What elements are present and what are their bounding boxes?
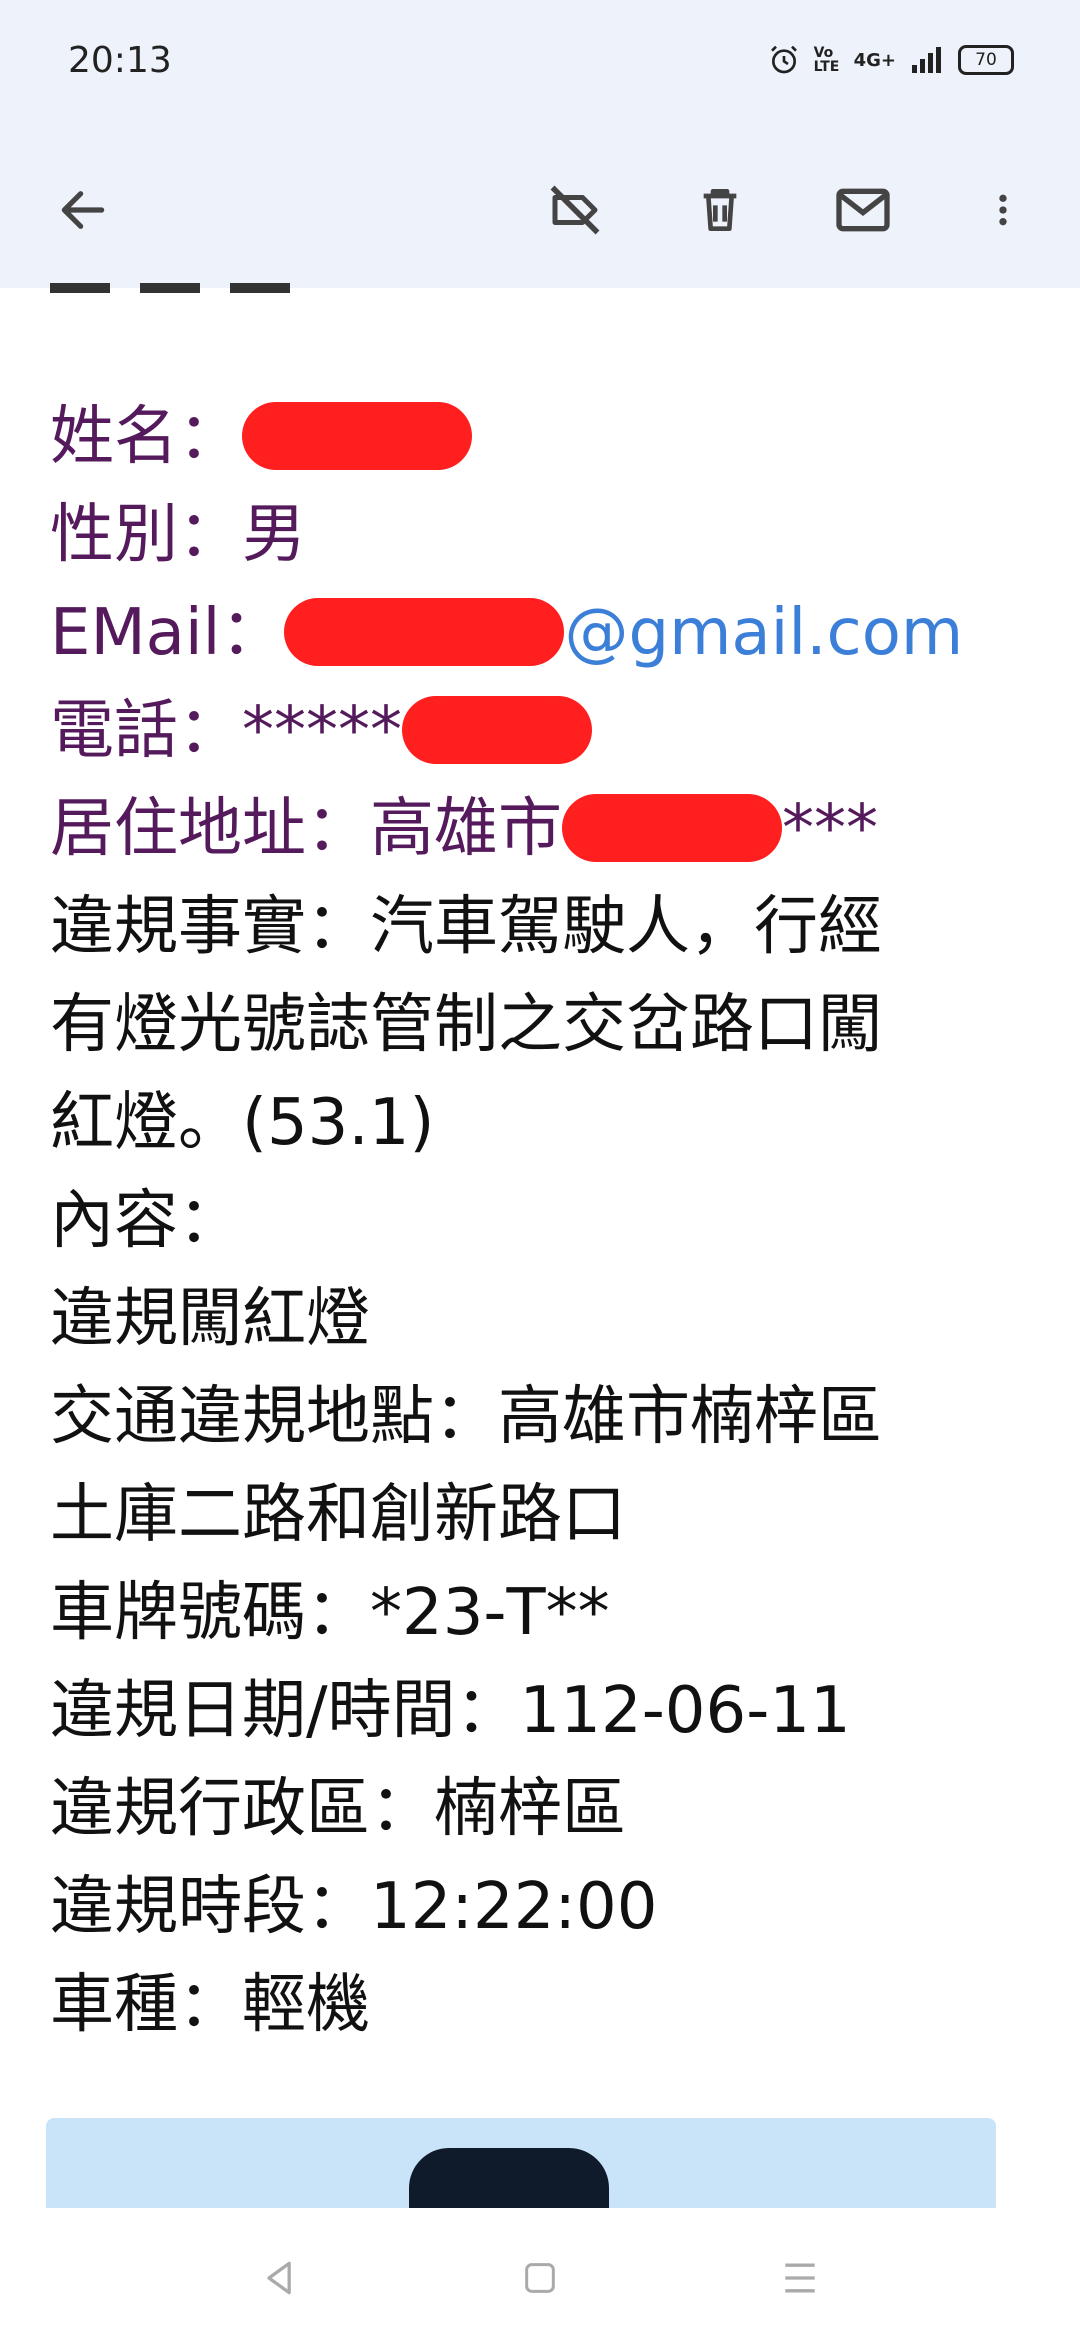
phone-row: 電話：***** xyxy=(50,682,1040,780)
violation-fact-line3: 紅燈。(53.1) xyxy=(50,1086,435,1160)
nav-back-icon xyxy=(267,2261,291,2295)
address-tail: *** xyxy=(782,792,878,866)
vehicle-type-row: 車種：輕機 xyxy=(50,1968,370,2042)
nav-menu-icon xyxy=(785,2263,815,2293)
address-label: 居住地址： xyxy=(50,792,370,866)
phone-label: 電話： xyxy=(50,694,242,768)
nav-back-button[interactable] xyxy=(250,2248,310,2308)
email-body: 姓名： 性別：男 EMail： @gmail.com 電話：***** 居住地址：… xyxy=(50,388,1040,2054)
email-label: EMail： xyxy=(50,596,285,670)
nav-home-button[interactable] xyxy=(510,2248,570,2308)
redaction-mark xyxy=(402,696,592,765)
address-city: 高雄市 xyxy=(370,792,562,866)
nav-menu-button[interactable] xyxy=(770,2248,830,2308)
redaction-mark xyxy=(284,598,565,667)
more-options-button[interactable] xyxy=(958,165,1048,255)
mark-unread-button[interactable] xyxy=(818,165,908,255)
label-off-icon xyxy=(550,185,600,235)
more-vertical-icon xyxy=(999,194,1007,226)
remove-label-button[interactable] xyxy=(530,165,620,255)
gender-label: 性別： xyxy=(50,498,242,572)
plate-row: 車牌號碼：*23-T** xyxy=(50,1576,610,1650)
date-time-row: 違規日期/時間：112-06-11 xyxy=(50,1674,851,1748)
district-row: 違規行政區：楠梓區 xyxy=(50,1772,626,1846)
gender-value: 男 xyxy=(242,498,306,572)
status-bar: 20:13 Vo LTE 4G+ 70 xyxy=(0,0,1080,130)
gender-row: 性別：男 xyxy=(50,486,1040,584)
signal-icon xyxy=(912,47,941,73)
email-link[interactable]: @gmail.com xyxy=(564,596,963,670)
violation-fact-line1: 違規事實：汽車駕駛人，行經 xyxy=(50,890,882,964)
name-label: 姓名： xyxy=(50,400,242,474)
time-period-row: 違規時段：12:22:00 xyxy=(50,1870,658,1944)
address-row: 居住地址：高雄市 *** xyxy=(50,780,1040,878)
status-time: 20:13 xyxy=(68,40,172,81)
nav-home-icon xyxy=(525,2263,555,2293)
back-button[interactable] xyxy=(38,165,128,255)
delete-button[interactable] xyxy=(675,165,765,255)
scrolled-text-fragment xyxy=(50,265,330,295)
redaction-mark xyxy=(562,794,782,863)
phone-value: ***** xyxy=(242,694,402,768)
location-line2: 土庫二路和創新路口 xyxy=(50,1478,626,1552)
mail-icon xyxy=(836,188,890,232)
trash-icon xyxy=(703,189,737,232)
location-line1: 交通違規地點：高雄市楠梓區 xyxy=(50,1380,882,1454)
signal-label: 4G+ xyxy=(853,49,896,71)
status-icons: Vo LTE 4G+ 70 xyxy=(768,44,1014,76)
system-nav-bar xyxy=(0,2208,1080,2340)
attachment-card[interactable] xyxy=(46,2118,996,2218)
arrow-left-icon xyxy=(61,191,105,229)
redaction-mark xyxy=(242,402,472,471)
alarm-icon xyxy=(770,45,797,74)
content-value: 違規闖紅燈 xyxy=(50,1282,370,1356)
email-row: EMail： @gmail.com xyxy=(50,584,1040,682)
name-row: 姓名： xyxy=(50,388,1040,486)
volte-icon: Vo LTE xyxy=(813,45,840,75)
content-label: 內容： xyxy=(50,1184,242,1258)
violation-fact-line2: 有燈光號誌管制之交岔路口闖 xyxy=(50,988,882,1062)
battery-icon: 70 xyxy=(958,45,1014,75)
